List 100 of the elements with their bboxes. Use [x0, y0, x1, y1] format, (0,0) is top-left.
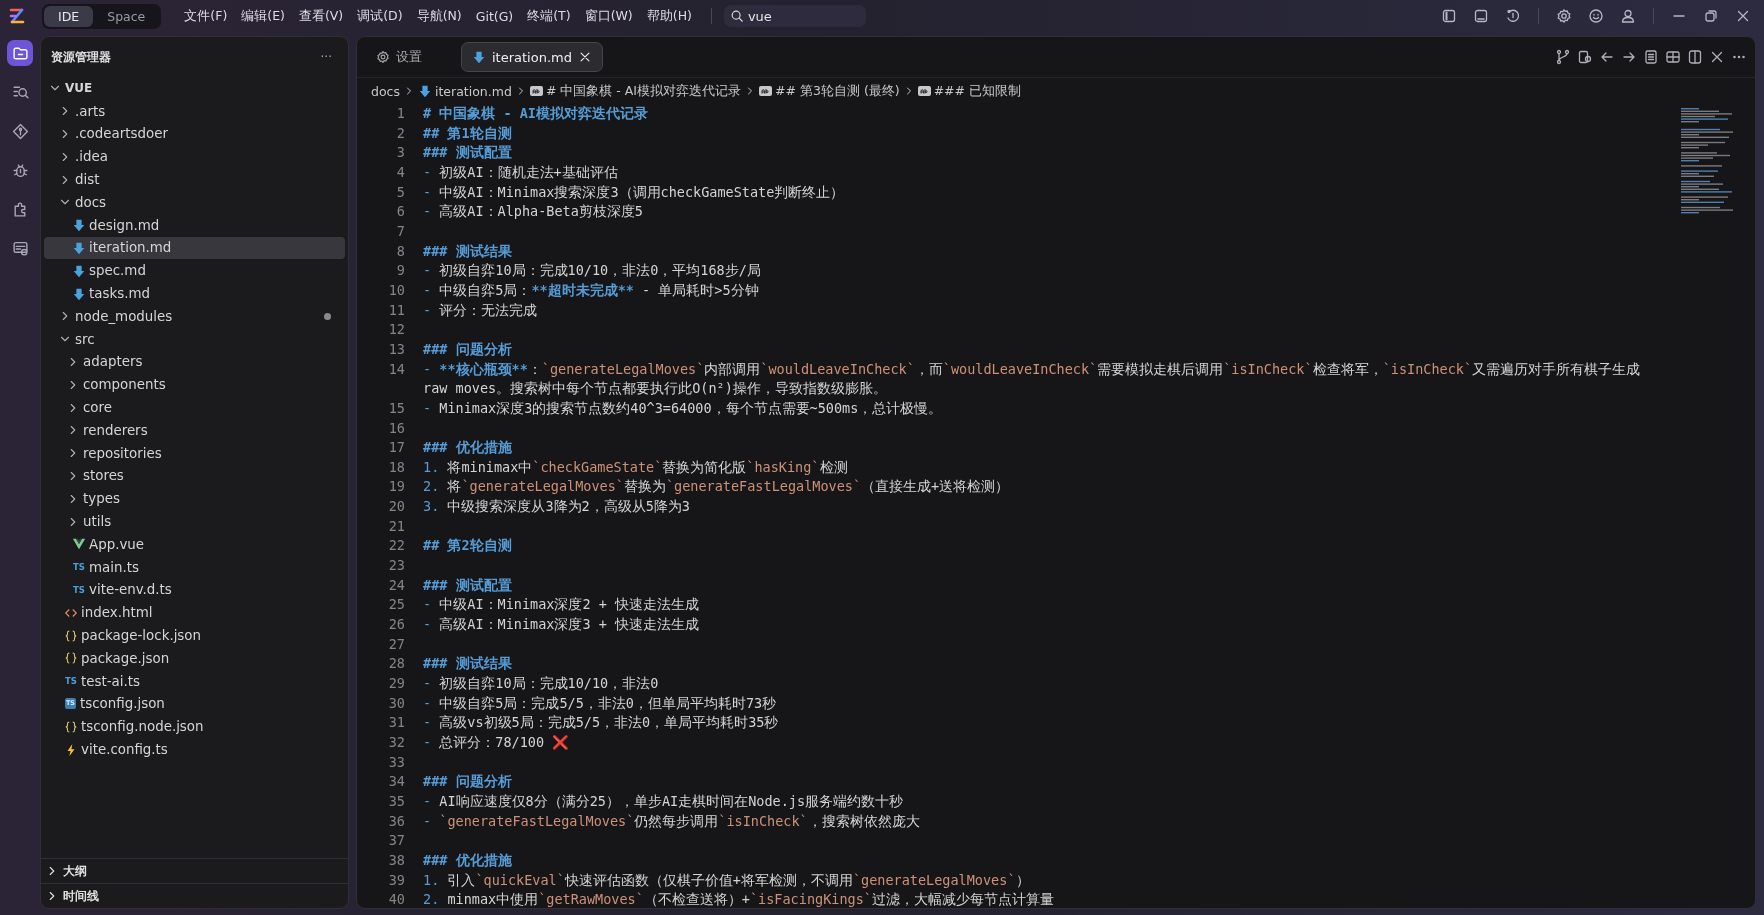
file-item[interactable]: tasks.md: [44, 282, 345, 305]
down-arrow-icon: [417, 84, 432, 98]
search-icon: [729, 9, 744, 23]
menu-item[interactable]: 查看(V): [291, 4, 351, 28]
more-button[interactable]: ···: [314, 49, 338, 65]
branch-icon[interactable]: [1555, 49, 1571, 65]
editor-tab[interactable]: iteration.md: [461, 42, 603, 72]
breadcrumb-item[interactable]: docs: [371, 83, 400, 99]
history-icon[interactable]: [1505, 8, 1521, 24]
restore-icon[interactable]: [1703, 8, 1719, 24]
symbol-icon: [917, 86, 931, 96]
menu-item[interactable]: 窗口(W): [577, 4, 640, 28]
menu-item[interactable]: 文件(F): [177, 4, 235, 28]
section-header[interactable]: 时间线: [41, 883, 348, 908]
search-box[interactable]: vue: [723, 5, 866, 27]
folder-item[interactable]: dist: [44, 168, 345, 191]
code-line: - 中级自弈5局：完成5/5，非法0，但单局平均耗时73秒: [423, 693, 778, 713]
mode-tab[interactable]: Space: [93, 5, 160, 27]
split-icon[interactable]: [1687, 49, 1703, 65]
file-item[interactable]: TS main.ts: [44, 555, 345, 579]
down-arrow-icon: [72, 263, 86, 278]
file-item[interactable]: iteration.md: [44, 236, 345, 260]
line-number: 33: [387, 752, 406, 772]
code-line: - 初级自弈10局：完成10/10，非法0，平均168步/局: [423, 261, 762, 281]
menu-item[interactable]: 调试(D): [350, 4, 410, 28]
menu-item[interactable]: 编辑(E): [234, 4, 292, 28]
code-line: 2. minmax中使用`getRawMoves`（不检查送将）+`isFacingKings`过滤，大幅减少每节点计算量: [423, 890, 1055, 908]
line-number: 38: [387, 850, 406, 870]
file-item[interactable]: TS test-ai.ts: [44, 669, 345, 693]
braces-icon: [64, 628, 78, 643]
folder-item[interactable]: renderers: [44, 418, 345, 442]
code-line: - AI响应速度仅8分（满分25），单步AI走棋时间在Node.js服务端约数十秒: [423, 791, 905, 811]
settings-icon[interactable]: [1556, 8, 1572, 24]
section-header[interactable]: 大纲: [41, 858, 348, 883]
line-number: 37: [387, 831, 406, 851]
folder-item[interactable]: docs: [44, 191, 345, 214]
folder-item[interactable]: .codeartsdoer: [44, 122, 345, 146]
folder-item[interactable]: .arts: [44, 99, 345, 123]
breadcrumb-item[interactable]: # 中国象棋 - AI模拟对弈迭代记录: [529, 82, 742, 100]
file-item[interactable]: spec.md: [44, 259, 345, 283]
code-line: - Minimax深度3的搜索节点数约40^3=64000，每个节点需要~500ms，总计极慢。: [423, 398, 944, 418]
folder-item[interactable]: node_modules: [44, 304, 345, 328]
breadcrumb-item[interactable]: iteration.md: [417, 83, 512, 99]
breadcrumb-item[interactable]: ## 第3轮自测 (最终): [759, 82, 900, 100]
sidebar-toggle-icon[interactable]: [1441, 8, 1457, 24]
code-line: - **核心瓶颈**：`generateLegalMoves`内部调用`wouldLeaveInCheck`，而`wouldLeaveInCheck`需要模拟走棋后调用`isInCheck`检查将军，`isInCheck`又需遍历对手所有棋子生成raw moves。搜索树中每个节点都要执行此O(n²)操作，导致指数级膨胀。: [423, 359, 1642, 399]
close-icon[interactable]: [1735, 8, 1751, 24]
file-item[interactable]: design.md: [44, 213, 345, 237]
folder-item[interactable]: adapters: [44, 350, 345, 374]
search-field[interactable]: vue: [747, 8, 848, 24]
smiley-icon[interactable]: [1588, 8, 1604, 24]
code-line: ### 优化措施: [423, 850, 513, 870]
down-arrow-icon: [72, 286, 86, 301]
panel-toggle-icon[interactable]: [1473, 8, 1489, 24]
breadcrumb-item[interactable]: ### 已知限制: [917, 82, 1022, 100]
folder-item[interactable]: src: [44, 327, 345, 351]
menu-item[interactable]: 终端(T): [520, 4, 578, 28]
menu-item[interactable]: 导航(N): [409, 4, 469, 28]
folder-item[interactable]: components: [44, 373, 345, 397]
line-number: 23: [387, 556, 406, 576]
book-icon[interactable]: [1665, 49, 1681, 65]
close-icon[interactable]: [1709, 49, 1725, 65]
folder-icon[interactable]: [7, 40, 33, 66]
mode-tab[interactable]: IDE: [44, 5, 94, 27]
line-number: 32: [387, 733, 406, 752]
folder-item[interactable]: VUE: [44, 77, 345, 100]
file-item[interactable]: tsconfig.node.json: [44, 715, 345, 739]
ts-icon: TS: [64, 676, 78, 687]
file-item[interactable]: App.vue: [44, 532, 345, 556]
code-line: ### 问题分析: [423, 772, 513, 792]
line-number: 2: [395, 123, 406, 143]
folder-item[interactable]: utils: [44, 510, 345, 533]
editor-tab[interactable]: 设置: [365, 42, 455, 72]
file-item[interactable]: TS vite-env.d.ts: [44, 578, 345, 602]
braces-icon: [64, 719, 78, 734]
document-icon[interactable]: [1643, 49, 1659, 65]
line-number: 18: [387, 457, 406, 477]
user-icon[interactable]: [1620, 8, 1636, 24]
ts-icon: TS: [72, 562, 86, 573]
code-line: - 初级AI：随机走法+基础评估: [423, 162, 619, 182]
line-number: 16: [387, 418, 406, 438]
line-number: 11: [387, 300, 406, 320]
file-item[interactable]: package-lock.json: [44, 624, 345, 647]
line-number: 31: [387, 713, 406, 733]
folder-item[interactable]: stores: [44, 464, 345, 488]
line-number: 3: [395, 143, 406, 163]
folder-item[interactable]: types: [44, 487, 345, 511]
file-item[interactable]: index.html: [44, 601, 345, 625]
folder-item[interactable]: repositories: [44, 441, 345, 465]
folder-item[interactable]: .idea: [44, 145, 345, 169]
panel-title: 资源管理器: [51, 48, 111, 66]
menu-item[interactable]: Git(G): [468, 4, 521, 28]
code-line: - 中级AI：Minimax搜索深度3（调用checkGameState判断终止）: [423, 182, 846, 202]
file-item[interactable]: package.json: [44, 646, 345, 670]
folder-item[interactable]: core: [44, 396, 345, 419]
down-arrow-icon: [472, 50, 486, 64]
file-item[interactable]: vite.config.ts: [44, 738, 345, 761]
menu-item[interactable]: 帮助(H): [639, 4, 699, 28]
line-number: 28: [387, 654, 406, 674]
preview-icon[interactable]: [1577, 49, 1593, 65]
